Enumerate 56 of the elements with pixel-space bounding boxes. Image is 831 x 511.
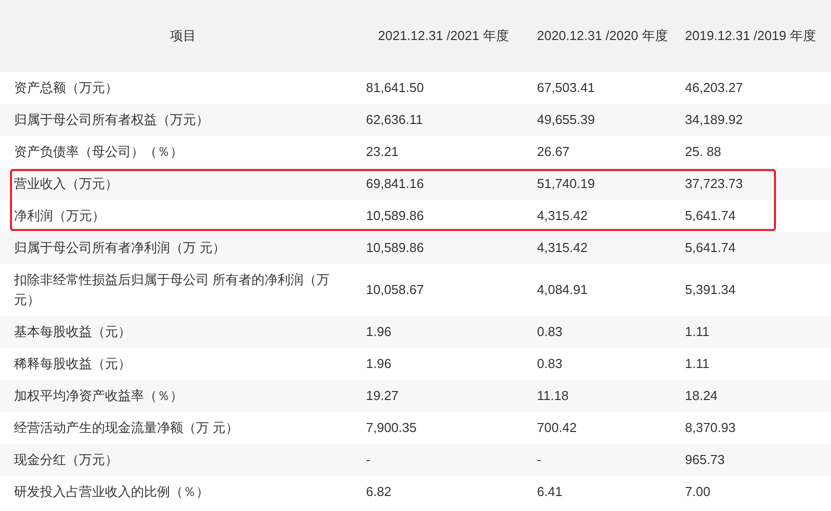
column-header: 2021.12.31 /2021 年度 [377, 27, 510, 46]
table-cell-text: 稀释每股收益（元） [13, 355, 132, 373]
table-cell-text: 5,391.34 [685, 281, 737, 299]
column-header: 项目 [169, 27, 197, 46]
table-cell-text: 965.73 [685, 451, 726, 469]
table-cell-text: 25. 88 [685, 143, 722, 161]
table-cell-text: 7,900.35 [366, 419, 418, 437]
table-cell-text: 19.27 [366, 387, 400, 405]
column-header: 2020.12.31 /2020 年度 [537, 27, 669, 46]
table-cell-text: 现金分红（万元） [13, 451, 119, 469]
table-cell-text: 11.18 [537, 387, 570, 405]
table-cell-text: 67,503.41 [537, 79, 596, 97]
table-cell-text: 4,315.42 [537, 207, 589, 225]
table-cell-text: 49,655.39 [537, 111, 596, 129]
table-cell-text: - [366, 451, 372, 469]
table-cell-text: 资产负债率（母公司）（％） [13, 143, 184, 161]
table-cell-text: 1.11 [685, 355, 710, 373]
table-cell-text: - [537, 451, 542, 469]
table-cell-text: 1.11 [685, 323, 710, 341]
table-cell-text: 经营活动产生的现金流量净额（万 元） [13, 419, 240, 437]
table-cell-text: 扣除非经常性损益后归属于母公司 所有者的净利润（万元） [13, 271, 331, 309]
column-header: 2019.12.31 /2019 年度 [685, 27, 817, 46]
table-cell-text: 归属于母公司所有者净利润（万 元） [13, 239, 227, 257]
table-cell-text: 研发投入占营业收入的比例（％） [13, 483, 210, 501]
table-cell-text: 6.41 [537, 483, 564, 501]
table-cell-text: 26.67 [537, 143, 571, 161]
table-cell-text: 7.00 [685, 483, 712, 501]
table-cell-text: 10,589.86 [366, 207, 425, 225]
table-cell-text: 34,189.92 [685, 111, 744, 129]
table-cell-text: 69,841.16 [366, 175, 425, 193]
table-cell-text: 62,636.11 [366, 111, 424, 129]
table-cell-text: 23.21 [366, 143, 400, 161]
table-cell-text: 加权平均净资产收益率（％） [13, 387, 184, 405]
table-cell-text: 6.82 [366, 483, 392, 501]
table-cell-text: 0.83 [537, 355, 564, 373]
table-cell-text: 5,641.74 [685, 207, 737, 225]
table-cell-text: 37,723.73 [685, 175, 744, 193]
table-cell-text: 700.42 [537, 419, 578, 437]
table-cell-text: 10,058.67 [366, 281, 425, 299]
table-cell-text: 4,084.91 [537, 281, 589, 299]
table-cell-text: 5,641.74 [685, 239, 737, 257]
table-cell-text: 净利润（万元） [13, 207, 106, 225]
table-cell-text: 资产总额（万元） [13, 79, 119, 97]
table-cell-text: 18.24 [685, 387, 719, 405]
table-cell-text: 46,203.27 [685, 79, 744, 97]
table-cell-text: 10,589.86 [366, 239, 425, 257]
table-cell-text: 4,315.42 [537, 239, 589, 257]
table-cell-text: 8,370.93 [685, 419, 737, 437]
table-cell-text: 基本每股收益（元） [13, 323, 132, 341]
table-cell-text: 营业收入（万元） [13, 175, 119, 193]
table-cell-text: 81,641.50 [366, 79, 425, 97]
table-cell-text: 1.96 [366, 323, 392, 341]
table-cell-text: 1.96 [366, 355, 392, 373]
table-cell-text: 0.83 [537, 323, 564, 341]
table-cell-text: 51,740.19 [537, 175, 596, 193]
table-cell-text: 归属于母公司所有者权益（万元） [13, 111, 210, 129]
